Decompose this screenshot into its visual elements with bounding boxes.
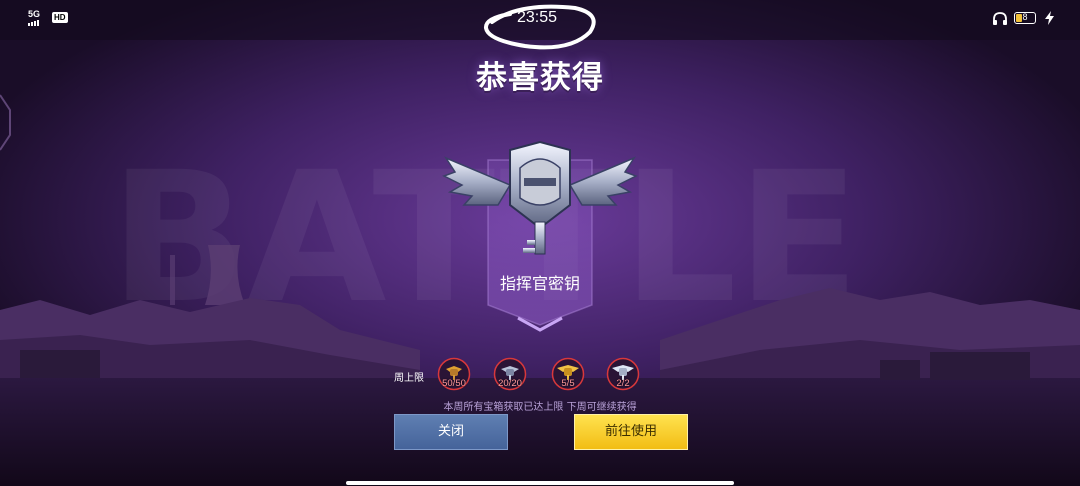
headphones-icon — [993, 12, 1007, 25]
limit-count: 5/5 — [561, 378, 575, 389]
limit-count: 20/20 — [498, 378, 522, 389]
battery-level: 8 — [1022, 12, 1028, 22]
weekly-limit-item: 20/20 — [493, 357, 527, 391]
weekly-limit-note: 本周所有宝箱获取已达上限 下周可继续获得 — [443, 402, 637, 413]
close-button[interactable]: 关闭 — [394, 414, 508, 450]
reward-title: 恭喜获得 — [476, 60, 604, 96]
limit-count: 50/50 — [442, 378, 466, 389]
limit-count: 2/2 — [616, 378, 630, 389]
status-bar: 5G HD 23:55 8 — [0, 0, 1080, 50]
weekly-limit-label: 周上限 — [394, 373, 424, 384]
weekly-limit-item: 50/50 — [437, 357, 471, 391]
battery-icon: 8 — [1014, 12, 1036, 24]
charging-bolt-icon — [1045, 11, 1054, 25]
status-time: 23:55 — [517, 9, 558, 26]
weekly-limit-item: 2/2 — [606, 357, 640, 391]
weekly-limit-item: 5/5 — [551, 357, 585, 391]
hd-badge: HD — [52, 12, 68, 23]
signal-indicator: 5G — [28, 10, 40, 28]
home-indicator[interactable] — [346, 481, 734, 485]
reward-item-name: 指挥官密钥 — [499, 274, 580, 293]
signal-icon — [28, 20, 39, 26]
network-type-label: 5G — [28, 9, 41, 19]
go-use-button[interactable]: 前往使用 — [574, 414, 688, 450]
